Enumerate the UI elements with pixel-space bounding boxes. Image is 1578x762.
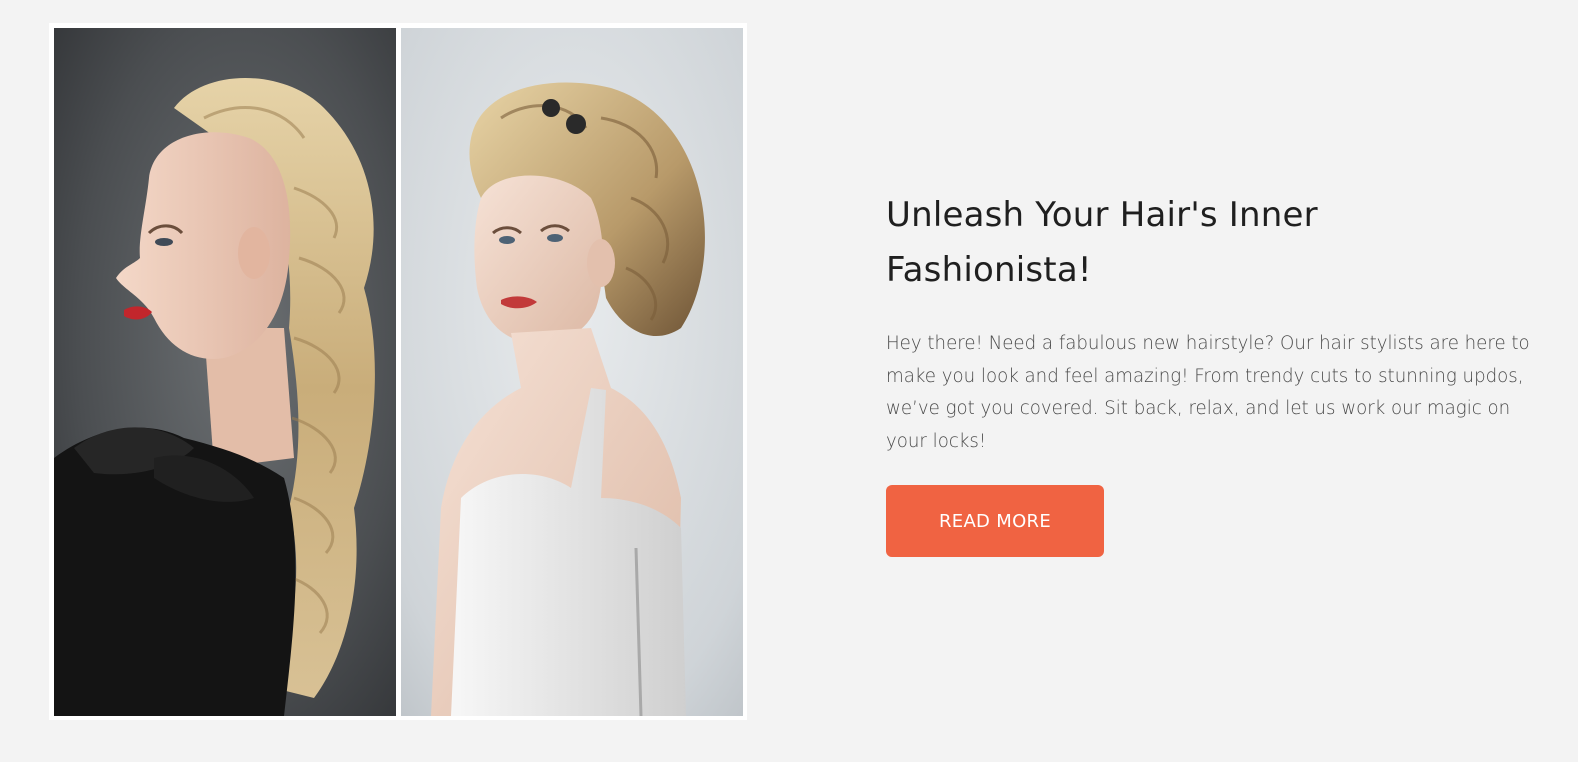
hero-content: Unleash Your Hair's Inner Fashionista! H… [886,188,1556,458]
section-title: Unleash Your Hair's Inner Fashionista! [886,195,1318,290]
section-description: Hey there! Need a fabulous new hairstyle… [886,333,1530,452]
model-braided-blonde-black-dress-photo [54,28,396,716]
photo-gallery [49,23,747,720]
photo-left-art [54,28,396,716]
read-more-button[interactable]: READ MORE [886,485,1104,557]
model-vintage-updo-white-dress-photo [401,28,743,716]
photo-right-art [401,28,743,716]
